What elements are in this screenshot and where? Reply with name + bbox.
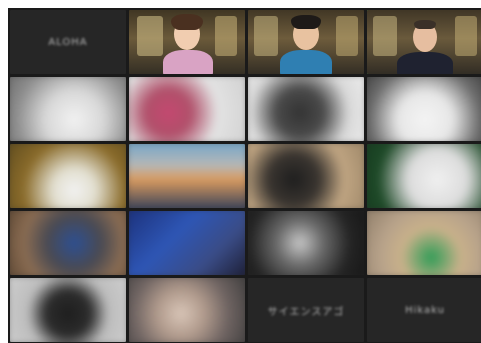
participant-tile-blurred[interactable] xyxy=(10,77,126,141)
participant-tile-active-speaker[interactable] xyxy=(367,10,481,74)
participant-tile-name-only[interactable]: Hikaku xyxy=(367,278,481,342)
participant-tile-man-virtual-bg[interactable] xyxy=(248,10,364,74)
participant-tile-blurred[interactable] xyxy=(367,211,481,275)
participant-body xyxy=(280,50,332,74)
participant-tile-blurred[interactable] xyxy=(248,77,364,141)
participant-tile-blurred[interactable] xyxy=(129,211,245,275)
participant-tile-name-only[interactable]: サイエンスアゴ xyxy=(248,278,364,342)
participant-tile-woman-virtual-bg[interactable] xyxy=(129,10,245,74)
participant-body xyxy=(163,50,213,74)
participant-name: Hikaku xyxy=(405,304,445,316)
participant-tile-blurred[interactable] xyxy=(248,211,364,275)
participant-tile-blurred[interactable] xyxy=(367,144,481,208)
participant-tile-blurred[interactable] xyxy=(129,77,245,141)
participant-tile-blurred[interactable] xyxy=(10,211,126,275)
participant-tile-blurred[interactable] xyxy=(129,278,245,342)
participant-tile-blurred[interactable] xyxy=(129,144,245,208)
participant-tile-name-only[interactable]: ALOHA xyxy=(10,10,126,74)
participant-tile-blurred[interactable] xyxy=(248,144,364,208)
participant-tile-blurred[interactable] xyxy=(367,77,481,141)
video-meeting-window: ALOHA サイエンスアゴ Hikaku xyxy=(8,8,481,343)
participant-body xyxy=(397,52,453,74)
participant-name: サイエンスアゴ xyxy=(267,306,345,318)
participant-tile-blurred[interactable] xyxy=(10,144,126,208)
participant-gallery: ALOHA サイエンスアゴ Hikaku xyxy=(10,10,481,342)
participant-name: ALOHA xyxy=(48,36,88,48)
participant-tile-blurred[interactable] xyxy=(10,278,126,342)
